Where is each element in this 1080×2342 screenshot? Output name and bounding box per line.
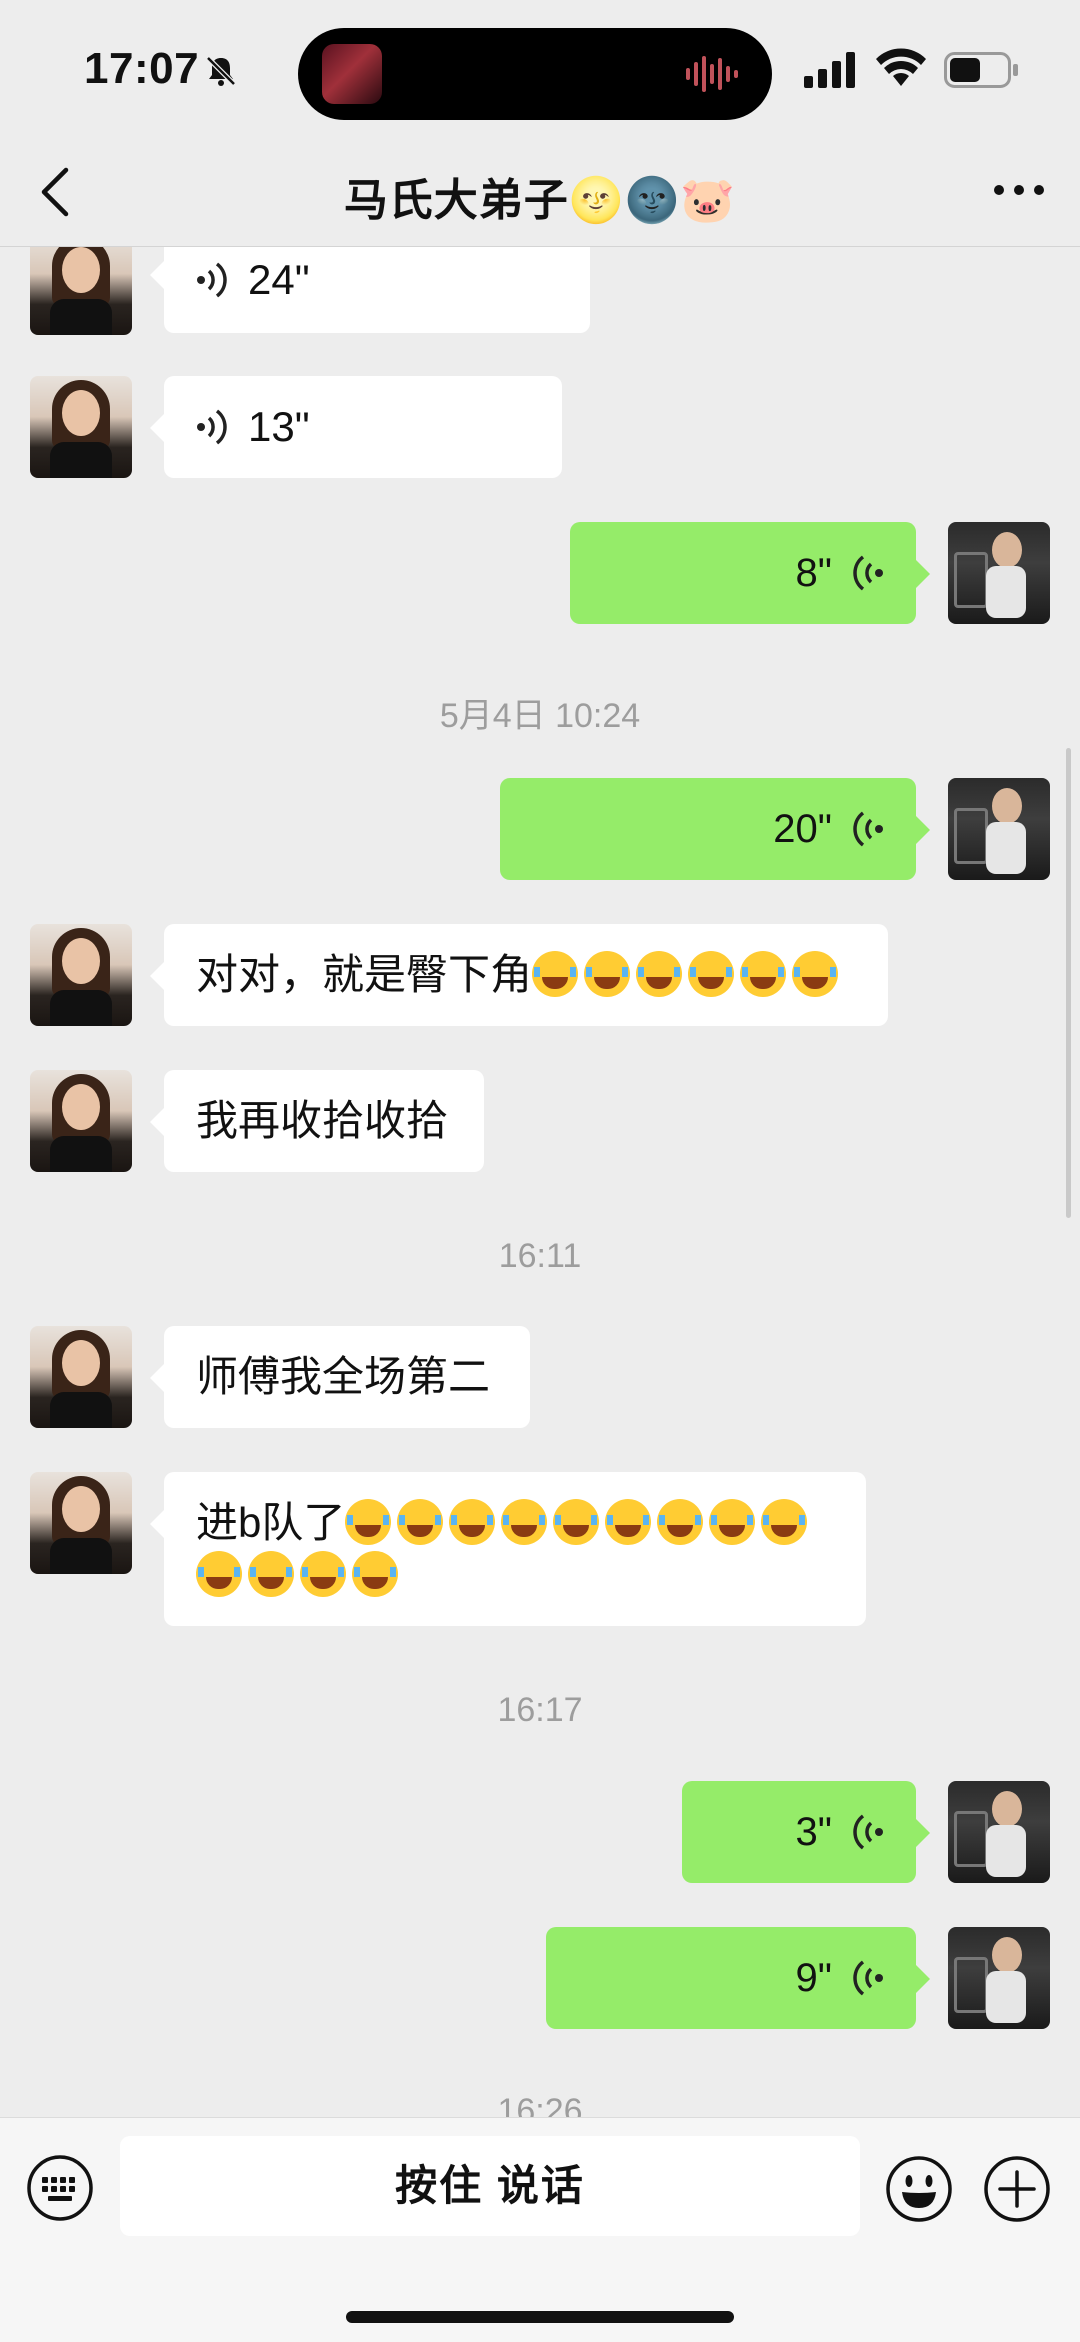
now-playing-artwork [322,44,382,104]
voice-wave-icon [853,1960,883,1996]
timestamp: 16:17 [497,1691,583,1729]
voice-duration: 9" [795,1956,832,2000]
contact-avatar[interactable] [30,1326,132,1428]
voice-message[interactable]: 8" [570,522,930,624]
message-text: 进b队了 [196,1499,346,1546]
my-avatar[interactable] [948,522,1050,624]
scrollbar[interactable] [1066,748,1071,1218]
contact-avatar[interactable] [30,247,132,335]
text-message[interactable]: 师傅我全场第二 [150,1326,530,1428]
battery-icon [944,52,1018,88]
text-message[interactable]: 我再收拾收拾 [150,1070,484,1172]
plus-circle-icon[interactable] [982,2154,1052,2224]
voice-wave-icon [197,262,227,298]
chat-title: 马氏大弟子🌝🌚🐷 [343,176,737,225]
smiley-icon[interactable] [884,2154,954,2224]
audio-wave-icon [686,56,738,92]
more-dots-icon[interactable] [992,180,1046,200]
voice-duration: 20" [773,807,832,851]
text-message[interactable]: 进b队了 [150,1472,866,1626]
cellular-signal-icon [804,52,855,88]
dynamic-island[interactable] [298,28,772,120]
status-time: 17:07 [84,44,200,93]
contact-avatar[interactable] [30,1472,132,1574]
voice-duration: 3" [795,1810,832,1854]
text-message[interactable]: 对对，就是臀下角 [150,924,888,1026]
voice-wave-icon [853,555,883,591]
contact-avatar[interactable] [30,1070,132,1172]
contact-avatar[interactable] [30,924,132,1026]
message-text: 我再收拾收拾 [196,1097,449,1144]
voice-message[interactable]: 3" [682,1781,930,1883]
voice-duration: 13" [248,403,310,450]
wifi-icon [876,48,926,86]
message-list[interactable]: 24" 13" 8" 5月4日 10:24 20" 对对，就是臀下角 我再收拾收… [0,247,1080,2117]
voice-message[interactable]: 9" [546,1927,930,2029]
status-bar: 17:07 [0,0,1080,140]
timestamp: 5月4日 10:24 [439,697,641,735]
message-text: 对对，就是臀下角 [196,951,533,998]
laughing-emoji-icon [532,951,844,998]
keyboard-icon[interactable] [26,2154,94,2222]
contact-avatar[interactable] [30,376,132,478]
chat-header: 马氏大弟子🌝🌚🐷 [0,140,1080,247]
voice-message[interactable]: 20" [500,778,930,880]
voice-message[interactable]: 13" [150,376,562,478]
voice-wave-icon [853,1814,883,1850]
input-bar: 按住 说话 [0,2117,1080,2342]
voice-wave-icon [853,811,883,847]
home-indicator[interactable] [346,2311,734,2323]
my-avatar[interactable] [948,1927,1050,2029]
voice-message[interactable]: 24" [150,247,590,333]
my-avatar[interactable] [948,778,1050,880]
message-text: 师傅我全场第二 [196,1353,491,1400]
my-avatar[interactable] [948,1781,1050,1883]
voice-wave-icon [197,409,227,445]
timestamp: 16:26 [497,2092,583,2117]
voice-duration: 24" [248,256,310,303]
hold-to-talk-button[interactable]: 按住 说话 [120,2136,860,2236]
bell-muted-icon [206,56,236,86]
timestamp: 16:11 [498,1237,582,1275]
voice-duration: 8" [795,551,832,595]
